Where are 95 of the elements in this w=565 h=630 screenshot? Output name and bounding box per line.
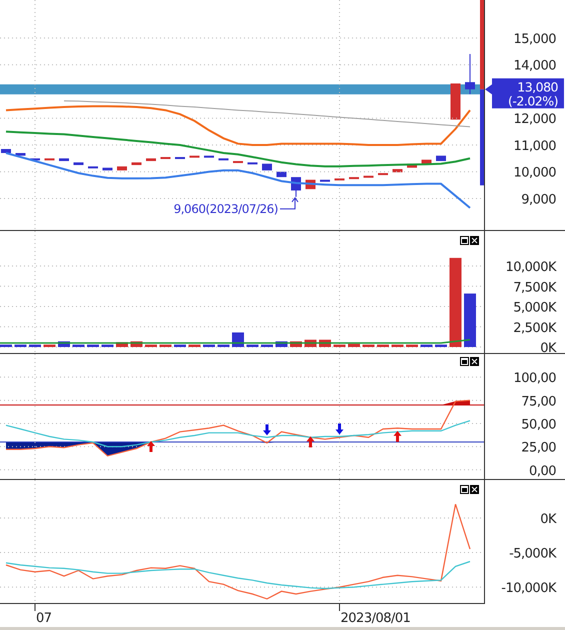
axis-label: 100,00	[514, 371, 556, 386]
axis-label: 5,000K	[513, 300, 556, 316]
axis-label: 25,00	[521, 440, 556, 456]
axis-label: 14,000	[514, 58, 556, 74]
date-label: 2023/08/01	[340, 611, 410, 626]
volume-bar	[87, 344, 99, 348]
candle	[407, 164, 417, 168]
candle	[465, 82, 475, 90]
maximize-icon[interactable]	[460, 236, 469, 245]
volume-bar	[362, 344, 374, 348]
axis-label: 12,000	[514, 112, 556, 128]
axis-label: 9,000	[521, 192, 556, 208]
candle	[233, 161, 243, 164]
candle	[132, 162, 142, 166]
volume-bar	[203, 344, 215, 348]
volume-bar	[261, 344, 273, 348]
close-icon[interactable]	[470, 485, 479, 494]
candle	[1, 149, 11, 154]
volume-bar	[392, 344, 404, 348]
volume-bar	[174, 344, 186, 348]
candle	[59, 158, 69, 162]
candle	[74, 162, 84, 166]
candle	[102, 168, 112, 170]
candle	[16, 153, 26, 156]
volume-bar	[348, 344, 360, 348]
candle	[320, 180, 330, 182]
down-arrow-icon	[336, 423, 344, 434]
down-arrow-icon	[263, 424, 271, 436]
candle	[160, 157, 170, 160]
candle	[248, 162, 258, 164]
volume-bar	[188, 344, 200, 348]
volume-bar	[218, 344, 230, 348]
up-arrow-icon	[306, 436, 314, 448]
axis-label: 0,00	[529, 464, 556, 479]
volume-bar	[72, 344, 84, 348]
volume-bar	[145, 344, 157, 348]
volume-bar	[14, 344, 26, 348]
axis-label: 75,00	[521, 394, 556, 410]
up-arrow-icon	[147, 441, 155, 452]
axis-label: -5,000K	[509, 546, 556, 562]
volume-bar	[464, 294, 476, 348]
volume-bar	[44, 344, 56, 348]
maximize-icon[interactable]	[460, 357, 469, 366]
up-arrow-icon	[394, 430, 402, 442]
candle	[450, 83, 460, 120]
price-tag-change: (-2.02%)	[508, 93, 558, 108]
axis-label: 0K	[540, 341, 556, 354]
axis-label: 10,000	[514, 166, 556, 181]
candle	[378, 173, 388, 176]
volume-bar	[406, 344, 418, 348]
candle	[436, 156, 446, 162]
volume-bar	[160, 344, 172, 348]
volume-bar	[334, 344, 346, 348]
candle	[262, 164, 272, 170]
candle	[190, 156, 200, 158]
axis-label: 7,500K	[513, 280, 556, 296]
close-icon[interactable]	[470, 357, 479, 366]
overbought-area	[441, 400, 470, 405]
candle	[146, 158, 156, 162]
candle	[422, 160, 432, 164]
volume-bar	[29, 344, 41, 348]
volume-bar	[102, 344, 114, 348]
price-pointer-icon	[485, 84, 492, 94]
axis-label: 2,500K	[513, 320, 556, 336]
candle	[218, 158, 228, 160]
candle	[204, 156, 214, 158]
candle	[364, 176, 374, 178]
volume-bar	[116, 342, 128, 348]
candle	[334, 178, 344, 180]
candle	[88, 166, 98, 168]
date-label: 07	[36, 611, 52, 626]
close-icon[interactable]	[470, 236, 479, 245]
candle	[117, 166, 127, 170]
candle	[44, 158, 54, 160]
candle	[30, 158, 40, 160]
candle	[175, 157, 185, 160]
axis-label: -10,000K	[501, 581, 556, 596]
volume-bar	[420, 344, 432, 348]
low-price-label: 9,060(2023/07/26)	[174, 202, 278, 216]
axis-label: 0K	[540, 512, 556, 527]
axis-label: 11,000	[514, 139, 556, 154]
leader-line	[280, 197, 298, 210]
price-tag	[492, 78, 564, 108]
volume-bar	[377, 344, 389, 348]
maximize-icon[interactable]	[460, 485, 469, 494]
candle	[392, 169, 402, 172]
volume-bar	[435, 344, 447, 348]
price-tag-value: 13,080	[517, 79, 558, 94]
candle	[276, 172, 286, 178]
volume-bar	[0, 344, 12, 348]
candle	[349, 177, 359, 180]
axis-label: 10,000K	[505, 260, 556, 275]
axis-label: 50,00	[521, 417, 556, 432]
volume-bar	[246, 344, 258, 348]
axis-label: 15,000	[514, 32, 556, 47]
